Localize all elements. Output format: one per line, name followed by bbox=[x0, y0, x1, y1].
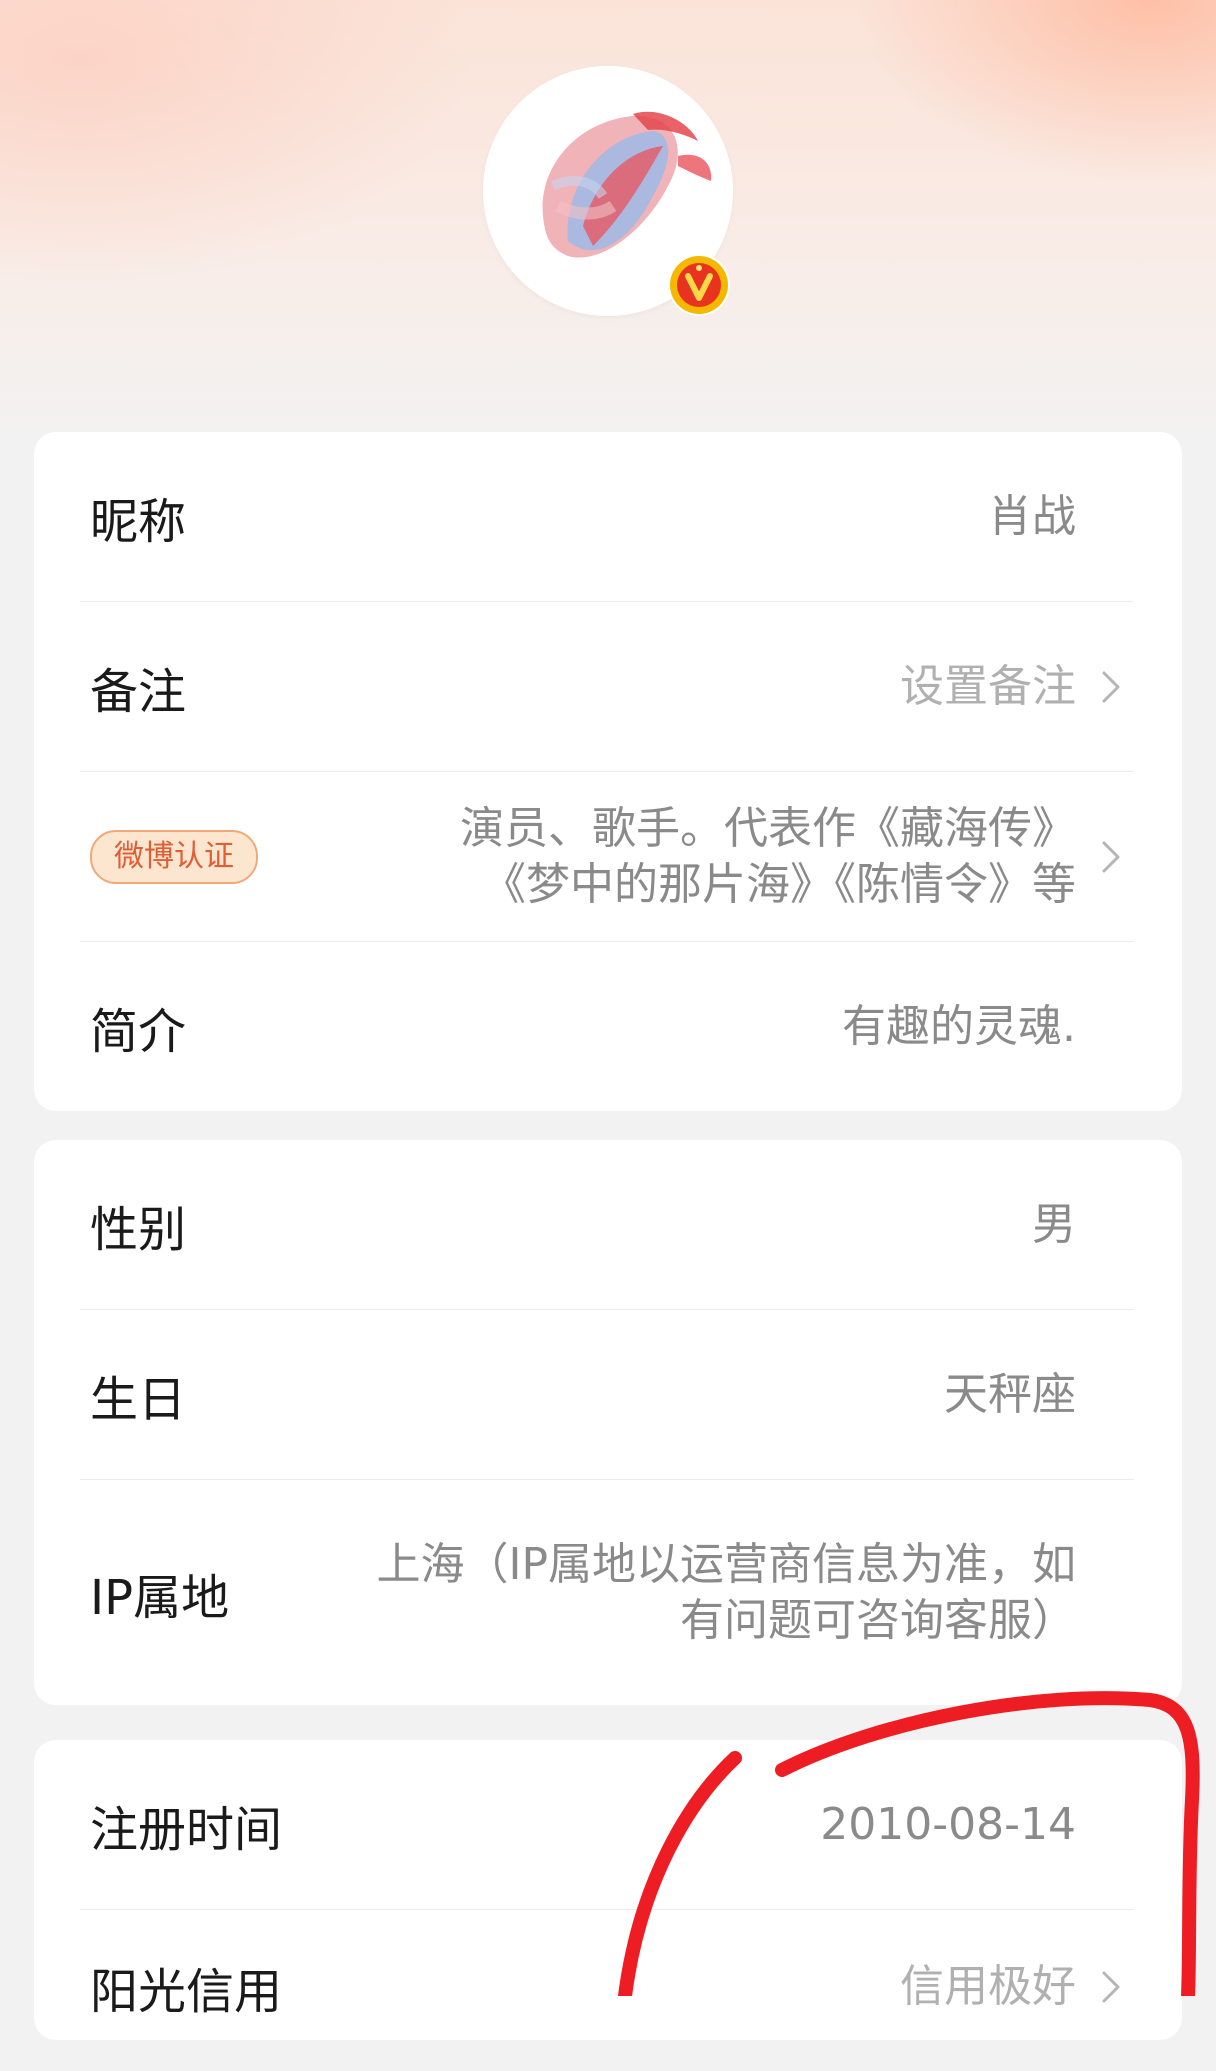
ip-location-line-1: 上海（IP属地以运营商信息为准，如 bbox=[376, 1538, 1076, 1590]
register-time-row: 注册时间 2010-08-14 bbox=[80, 1740, 1134, 1910]
birthday-label: 生日 bbox=[90, 1371, 187, 1428]
verified-badge bbox=[668, 254, 730, 316]
intro-label: 简介 bbox=[90, 1003, 187, 1060]
ip-location-label: IP属地 bbox=[90, 1569, 230, 1626]
personal-info-card: 性别 男 生日 天秤座 IP属地 上海（IP属地以运营商信息为准，如 有问题可咨… bbox=[34, 1140, 1182, 1705]
gender-value: 男 bbox=[1032, 1198, 1076, 1250]
nickname-value: 肖战 bbox=[988, 490, 1076, 542]
intro-row: 简介 有趣的灵魂. bbox=[80, 942, 1134, 1111]
birthday-value: 天秤座 bbox=[944, 1368, 1076, 1420]
account-info-card: 注册时间 2010-08-14 阳光信用 信用极好 bbox=[34, 1740, 1182, 2040]
nickname-label: 昵称 bbox=[90, 493, 187, 550]
weibo-verify-badge: 微博认证 bbox=[90, 829, 258, 884]
verification-text: 演员、歌手。代表作《藏海传》 《梦中的那片海》《陈情令》等 bbox=[460, 801, 1076, 913]
sunshine-credit-value: 信用极好 bbox=[900, 1960, 1076, 2012]
basic-info-card: 昵称 肖战 备注 设置备注 微博认证 演员、歌手。代表作《藏海传》 《梦中的那片… bbox=[34, 432, 1182, 1111]
remark-row[interactable]: 备注 设置备注 bbox=[80, 602, 1134, 772]
gender-label: 性别 bbox=[90, 1201, 187, 1258]
chevron-right-icon bbox=[1102, 1971, 1120, 2002]
register-time-label: 注册时间 bbox=[90, 1801, 283, 1858]
ip-location-value: 上海（IP属地以运营商信息为准，如 有问题可咨询客服） bbox=[376, 1537, 1076, 1649]
nickname-row: 昵称 肖战 bbox=[80, 432, 1134, 602]
ip-location-line-2: 有问题可咨询客服） bbox=[680, 1594, 1076, 1646]
remark-value: 设置备注 bbox=[900, 660, 1076, 712]
sunshine-credit-row[interactable]: 阳光信用 信用极好 bbox=[80, 1902, 1134, 2071]
remark-label: 备注 bbox=[90, 663, 187, 720]
verification-row[interactable]: 微博认证 演员、歌手。代表作《藏海传》 《梦中的那片海》《陈情令》等 bbox=[80, 772, 1134, 942]
chevron-right-icon bbox=[1102, 841, 1120, 872]
register-time-value: 2010-08-14 bbox=[820, 1798, 1076, 1850]
chevron-right-icon bbox=[1102, 671, 1120, 702]
verification-line-2: 《梦中的那片海》《陈情令》等 bbox=[482, 858, 1076, 910]
intro-value: 有趣的灵魂. bbox=[842, 1000, 1076, 1052]
sunshine-credit-label: 阳光信用 bbox=[90, 1963, 283, 2020]
birthday-row: 生日 天秤座 bbox=[80, 1310, 1134, 1480]
gender-row: 性别 男 bbox=[80, 1140, 1134, 1310]
verified-v-icon bbox=[670, 256, 728, 314]
ip-location-row: IP属地 上海（IP属地以运营商信息为准，如 有问题可咨询客服） bbox=[80, 1480, 1134, 1705]
verification-line-1: 演员、歌手。代表作《藏海传》 bbox=[460, 802, 1076, 854]
